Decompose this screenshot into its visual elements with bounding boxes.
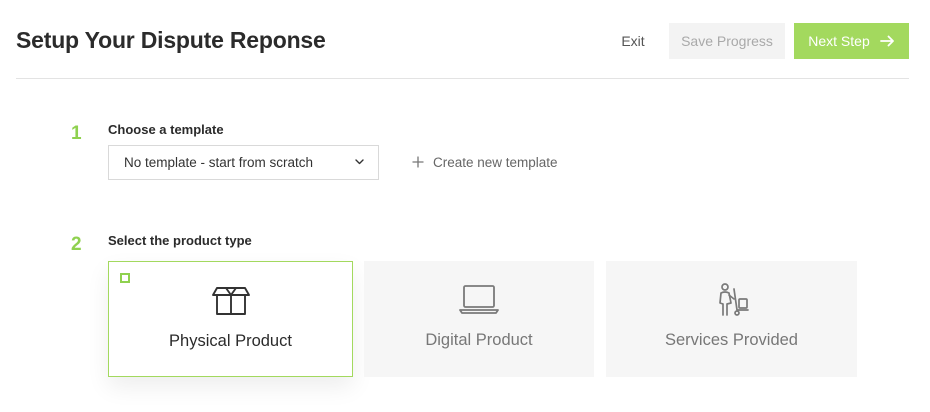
next-step-label: Next Step [808,33,870,49]
step-label-product-type: Select the product type [108,233,252,248]
create-template-link[interactable]: Create new template [412,152,558,172]
product-type-label: Digital Product [425,331,533,349]
step-label-template: Choose a template [108,122,224,137]
selected-checkbox[interactable] [120,273,130,283]
arrow-right-icon [879,35,894,47]
product-type-label: Physical Product [169,332,292,350]
product-type-services[interactable]: Services Provided [606,261,857,377]
delivery-person-icon [718,283,749,316]
template-select[interactable]: No template - start from scratch [108,145,379,180]
product-type-digital[interactable]: Digital Product [364,261,594,377]
next-step-button[interactable]: Next Step [794,23,909,59]
product-type-label: Services Provided [665,331,798,349]
create-template-label: Create new template [433,154,558,170]
exit-button[interactable]: Exit [610,23,656,59]
plus-icon [412,156,424,168]
product-type-physical[interactable]: Physical Product [108,261,353,377]
laptop-icon [459,285,499,314]
chevron-down-icon [355,159,364,165]
step-number-1: 1 [71,123,82,144]
save-progress-button[interactable]: Save Progress [669,23,785,59]
box-icon [211,287,250,315]
step-number-2: 2 [71,234,82,255]
page-header: Setup Your Dispute Reponse Exit Save Pro… [16,0,909,79]
page-title: Setup Your Dispute Reponse [16,27,326,53]
template-select-value: No template - start from scratch [124,155,314,170]
